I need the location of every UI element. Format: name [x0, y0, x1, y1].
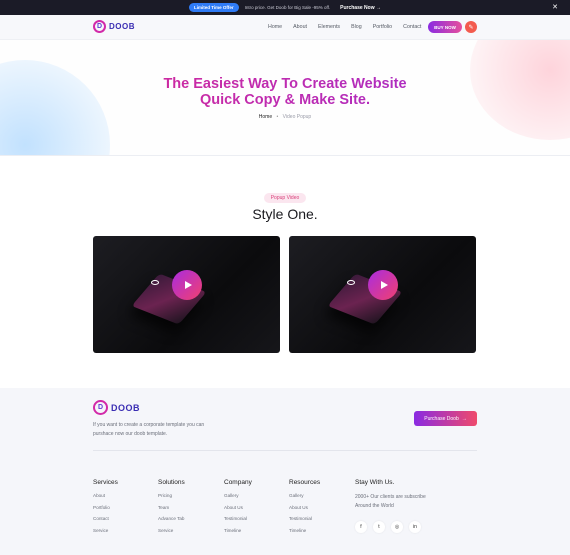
footer-link[interactable]: Service — [158, 528, 185, 533]
footer-link[interactable]: Team — [158, 505, 185, 510]
footer-link[interactable]: Testimonial — [224, 516, 252, 521]
social-links: f t ◎ in — [355, 521, 435, 533]
thumbnail-detail — [151, 280, 159, 285]
buy-now-button[interactable]: BUY NOW — [428, 21, 462, 33]
logo[interactable]: D DOOB — [93, 20, 135, 33]
play-button[interactable] — [172, 270, 202, 300]
theme-icon: ✎ — [468, 24, 474, 31]
video-card[interactable] — [289, 236, 476, 353]
site-footer: D DOOB If you want to create a corporate… — [0, 388, 570, 555]
play-icon — [380, 281, 388, 289]
footer-link[interactable]: About Us — [289, 505, 320, 510]
column-title: Stay With Us. — [355, 479, 395, 486]
nav-item-elements[interactable]: Elements — [318, 24, 340, 30]
section-title: Style One. — [252, 206, 318, 222]
promo-bar: Limited Time Offer Intro price. Get Doob… — [0, 0, 570, 15]
footer-link[interactable]: Service — [93, 528, 118, 533]
nav-item-blog[interactable]: Blog — [351, 24, 362, 30]
logo-text: DOOB — [111, 402, 140, 413]
column-title: Services — [93, 479, 118, 486]
logo-mark: D — [93, 400, 108, 415]
promo-text: Intro price. Get Doob for Big Sale -95% … — [244, 5, 331, 10]
footer-column-services: Services About Portfolio Contact Service — [93, 479, 118, 539]
nav-item-contact[interactable]: Contact — [403, 24, 421, 30]
footer-column-resources: Resources Gallery About Us Testimonial T… — [289, 479, 320, 539]
section-tag: Popup Video — [264, 193, 306, 203]
footer-link[interactable]: About — [93, 493, 118, 498]
footer-link[interactable]: Contact — [93, 516, 118, 521]
hero-title: The Easiest Way To Create Website Quick … — [0, 76, 570, 108]
column-title: Resources — [289, 479, 321, 486]
breadcrumb: Home • Video Popup — [0, 114, 570, 120]
promo-badge: Limited Time Offer — [188, 3, 239, 12]
footer-logo[interactable]: D DOOB — [93, 400, 140, 415]
footer-column-solutions: Solutions Pricing Team Advance Tab Servi… — [158, 479, 185, 539]
nav-item-about[interactable]: About — [293, 24, 307, 30]
purchase-doob-button[interactable]: Purchase Doob → — [414, 411, 477, 426]
hero-section: The Easiest Way To Create Website Quick … — [0, 40, 570, 156]
arrow-right-icon: → — [461, 415, 467, 422]
logo-mark: D — [93, 20, 106, 33]
close-icon[interactable]: ✕ — [552, 3, 558, 11]
footer-divider — [93, 450, 477, 451]
footer-column-company: Company Gallery About Us Testimonial Tim… — [224, 479, 252, 539]
theme-toggle-button[interactable]: ✎ — [465, 21, 477, 33]
hero-glow-left — [0, 60, 110, 155]
footer-link[interactable]: Gallery — [289, 493, 320, 498]
thumbnail-detail — [347, 280, 355, 285]
breadcrumb-separator: • — [276, 114, 279, 120]
linkedin-icon[interactable]: in — [409, 521, 421, 533]
site-header: D DOOB Home About Elements Blog Portfoli… — [0, 15, 570, 40]
nav-item-portfolio[interactable]: Portfolio — [373, 24, 392, 30]
logo-text: DOOB — [109, 22, 135, 31]
video-card[interactable] — [93, 236, 280, 353]
footer-link[interactable]: Portfolio — [93, 505, 118, 510]
footer-link[interactable]: Timeline — [224, 528, 252, 533]
stay-text: 2000+ Our clients are subscribe Around t… — [355, 494, 426, 509]
play-icon — [184, 281, 192, 289]
footer-column-stay: Stay With Us. 2000+ Our clients are subs… — [355, 479, 435, 533]
twitter-icon[interactable]: t — [373, 521, 385, 533]
footer-link[interactable]: Pricing — [158, 493, 185, 498]
nav-item-home[interactable]: Home — [268, 24, 282, 30]
breadcrumb-home[interactable]: Home — [259, 114, 272, 120]
facebook-icon[interactable]: f — [355, 521, 367, 533]
promo-purchase-link[interactable]: Purchase Now → — [340, 5, 381, 11]
footer-description: If you want to create a corporate templa… — [93, 422, 205, 437]
main-nav: Home About Elements Blog Portfolio Conta… — [268, 24, 421, 30]
footer-link[interactable]: Testimonial — [289, 516, 320, 521]
footer-link[interactable]: Advance Tab — [158, 516, 185, 521]
footer-link[interactable]: Timeline — [289, 528, 320, 533]
play-button[interactable] — [368, 270, 398, 300]
footer-link[interactable]: About Us — [224, 505, 252, 510]
column-title: Company — [224, 479, 252, 486]
footer-link[interactable]: Gallery — [224, 493, 252, 498]
instagram-icon[interactable]: ◎ — [391, 521, 403, 533]
breadcrumb-current: Video Popup — [282, 114, 312, 120]
column-title: Solutions — [158, 479, 185, 486]
